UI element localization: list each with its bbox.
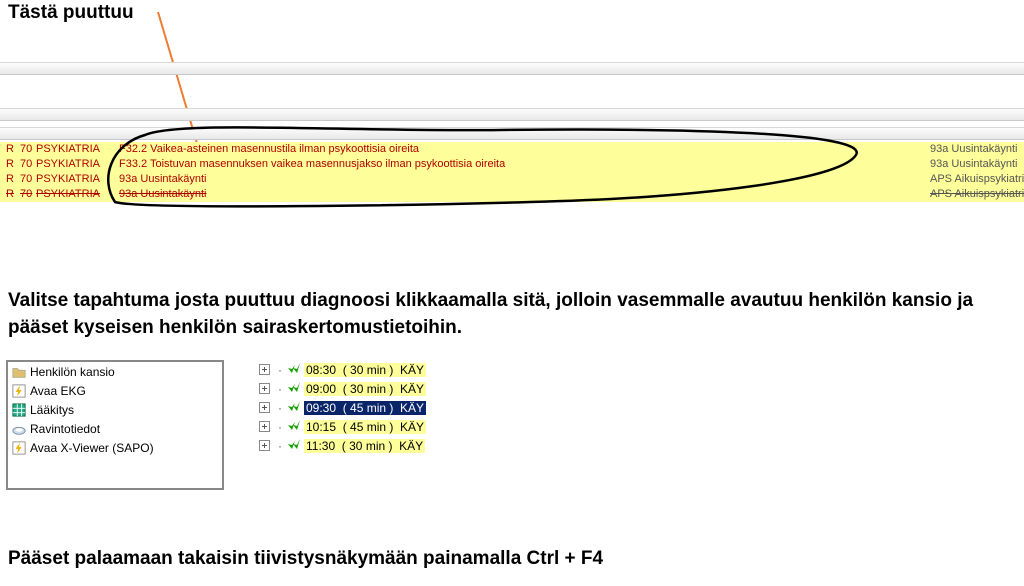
- appointment-row[interactable]: · 09:00 ( 30 min ) KÄY: [255, 379, 553, 398]
- row-diag: 93a Uusintakäynti: [119, 172, 206, 187]
- appointment-row[interactable]: · 09:30 ( 45 min ) KÄY: [255, 398, 553, 417]
- flash-icon: [12, 384, 26, 398]
- row-right: APS Aikuispsykiatria (Käynti os 25L:Itä …: [930, 172, 1024, 187]
- grid-icon: [12, 403, 26, 417]
- appointments-panel: · 08:30 ( 30 min ) KÄY · 09:00 ( 30 min ) K…: [255, 360, 553, 490]
- row-r: R: [6, 172, 14, 187]
- row-right: 93a Uusintakäynti: [930, 157, 1017, 172]
- flash-icon: [12, 441, 26, 455]
- tree-item[interactable]: Avaa EKG: [8, 381, 222, 400]
- tree-dots: ·: [276, 420, 284, 434]
- row-right: 93a Uusintakäynti: [930, 142, 1017, 157]
- double-check-icon: [286, 398, 302, 417]
- double-check-icon: [286, 379, 302, 398]
- double-check-icon: [286, 417, 302, 436]
- appointment-label: 09:00 ( 30 min ) KÄY: [304, 382, 426, 396]
- event-table: R 70 PSYKIATRIA F32.2 Vaikea-asteinen masen…: [0, 142, 1024, 202]
- row-r: R: [6, 157, 14, 172]
- row-code: 70: [20, 157, 32, 172]
- tree-item-label: Avaa EKG: [30, 384, 86, 398]
- row-dept: PSYKIATRIA: [36, 157, 100, 172]
- tree-dots: ·: [276, 439, 284, 453]
- plate-icon: [12, 422, 26, 436]
- appointment-label: 11:30 ( 30 min ) KÄY: [304, 439, 425, 453]
- row-diag: 93a Uusintakäynti: [119, 187, 206, 202]
- tree-item-label: Avaa X-Viewer (SAPO): [30, 441, 154, 455]
- appointment-row[interactable]: · 11:30 ( 30 min ) KÄY: [255, 436, 553, 455]
- instruction-return: Pääset palaamaan takaisin tiivistysnäkym…: [8, 545, 603, 572]
- expand-icon[interactable]: [259, 383, 270, 394]
- row-dept: PSYKIATRIA: [36, 187, 100, 202]
- folder-icon: [12, 365, 26, 379]
- tree-dots: ·: [276, 401, 284, 415]
- appointment-row[interactable]: · 08:30 ( 30 min ) KÄY: [255, 360, 553, 379]
- person-folder-panel: Henkilön kansio Avaa EKG Lääkitys Ravintoti…: [6, 360, 224, 490]
- tree-item[interactable]: Henkilön kansio: [8, 362, 222, 381]
- heading-missing: Tästä puuttuu: [8, 2, 134, 24]
- expand-icon[interactable]: [259, 402, 270, 413]
- tree-dots: ·: [276, 382, 284, 396]
- tree-item-label: Ravintotiedot: [30, 422, 100, 436]
- tree-item-label: Henkilön kansio: [30, 365, 115, 379]
- table-row[interactable]: R 70 PSYKIATRIA 93a Uusintakäynti APS Aikuis…: [0, 172, 1024, 187]
- row-dept: PSYKIATRIA: [36, 172, 100, 187]
- tree-item[interactable]: Avaa X-Viewer (SAPO): [8, 438, 222, 457]
- tree-dots: ·: [276, 363, 284, 377]
- row-code: 70: [20, 142, 32, 157]
- tree-item[interactable]: Lääkitys: [8, 400, 222, 419]
- double-check-icon: [286, 436, 302, 455]
- expand-icon[interactable]: [259, 364, 270, 375]
- appointment-label: 08:30 ( 30 min ) KÄY: [304, 363, 426, 377]
- separator-bar: [0, 62, 1024, 75]
- separator-bar: [0, 127, 1024, 140]
- row-right: APS Aikuispsykiatria (Potilas itse perui…: [930, 187, 1024, 202]
- row-diag: F32.2 Vaikea-asteinen masennustila ilman…: [119, 142, 419, 157]
- appointment-row[interactable]: · 10:15 ( 45 min ) KÄY: [255, 417, 553, 436]
- tree-item[interactable]: Ravintotiedot: [8, 419, 222, 438]
- double-check-icon: [286, 360, 302, 379]
- appointment-label: 09:30 ( 45 min ) KÄY: [304, 401, 426, 415]
- row-code: 70: [20, 187, 32, 202]
- separator-bar: [0, 108, 1024, 121]
- instruction-text: Valitse tapahtuma josta puuttuu diagnoos…: [8, 287, 1008, 341]
- table-row[interactable]: R 70 PSYKIATRIA F32.2 Vaikea-asteinen masen…: [0, 142, 1024, 157]
- table-row[interactable]: R 70 PSYKIATRIA F33.2 Toistuvan masennuksen…: [0, 157, 1024, 172]
- tree-item-label: Lääkitys: [30, 403, 74, 417]
- row-r: R: [6, 187, 14, 202]
- expand-icon[interactable]: [259, 421, 270, 432]
- appointment-label: 10:15 ( 45 min ) KÄY: [304, 420, 426, 434]
- row-dept: PSYKIATRIA: [36, 142, 100, 157]
- row-diag: F33.2 Toistuvan masennuksen vaikea masen…: [119, 157, 505, 172]
- row-r: R: [6, 142, 14, 157]
- row-code: 70: [20, 172, 32, 187]
- expand-icon[interactable]: [259, 440, 270, 451]
- table-row[interactable]: R 70 PSYKIATRIA 93a Uusintakäynti APS Aikuis…: [0, 187, 1024, 202]
